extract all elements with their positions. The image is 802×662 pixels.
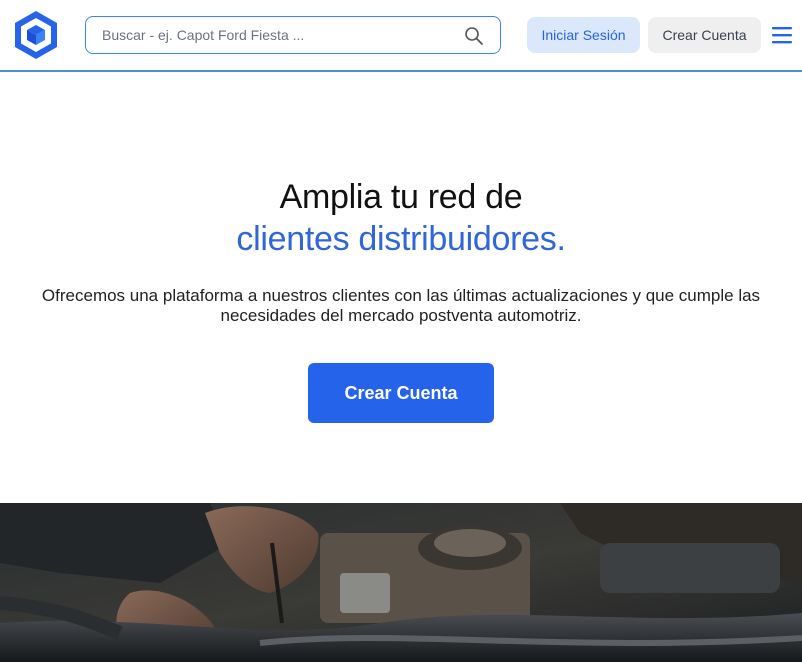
search-input[interactable]: [102, 25, 452, 45]
hero-subtitle: Ofrecemos una plataforma a nuestros clie…: [41, 286, 761, 325]
login-button[interactable]: Iniciar Sesión: [527, 17, 640, 53]
mechanic-engine-photo: [0, 503, 802, 662]
cube-logo-icon[interactable]: [12, 9, 60, 61]
hamburger-menu-icon[interactable]: [770, 24, 794, 46]
hero-title-highlight: clientes distribuidores.: [236, 220, 566, 258]
search-bar: [85, 16, 501, 54]
top-navbar: Iniciar Sesión Crear Cuenta: [0, 0, 802, 72]
search-icon[interactable]: [464, 26, 484, 46]
create-account-cta-button[interactable]: Crear Cuenta: [308, 363, 494, 423]
signup-button[interactable]: Crear Cuenta: [648, 17, 761, 53]
hero-section: Amplia tu red de clientes distribuidores…: [0, 74, 802, 503]
hero-title: Amplia tu red de: [279, 178, 523, 216]
